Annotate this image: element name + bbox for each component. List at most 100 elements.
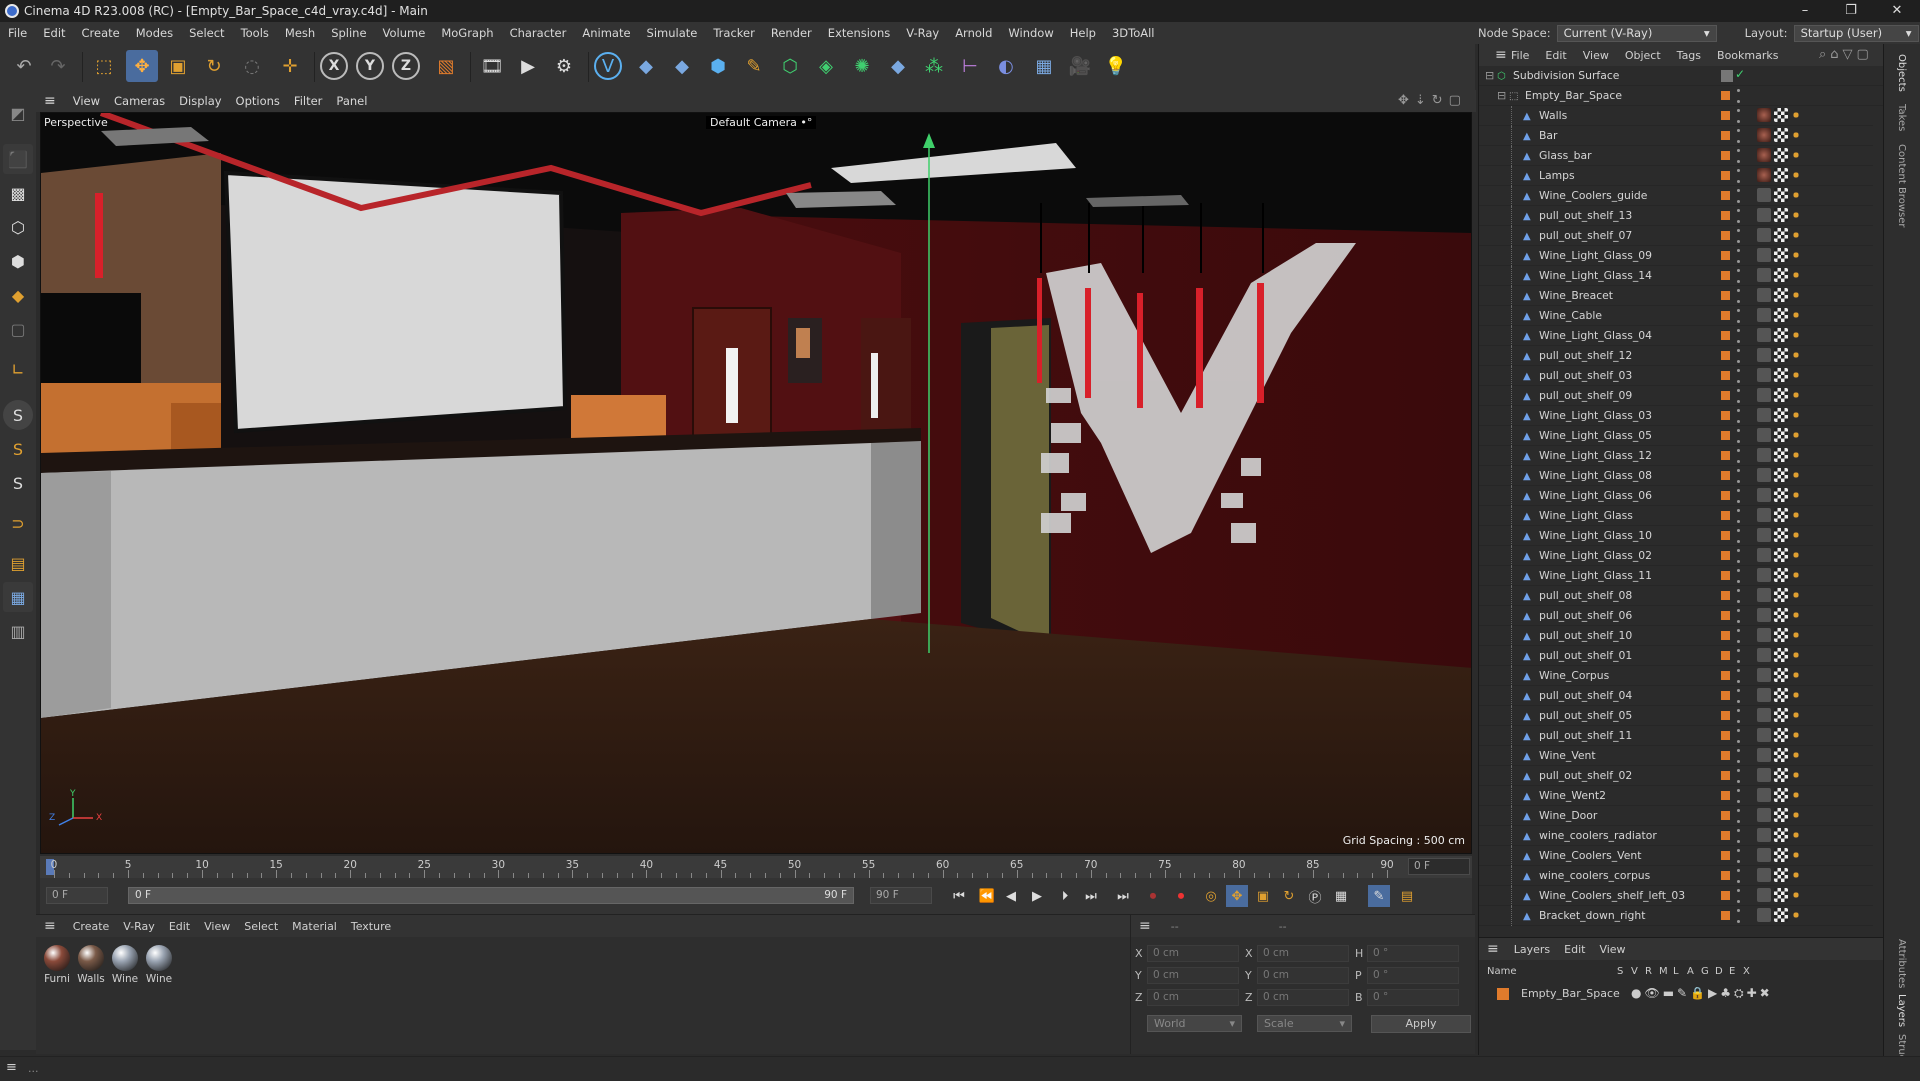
make-editable-icon[interactable]: ◩ — [3, 98, 33, 128]
menu-v-ray[interactable]: V-Ray — [898, 26, 947, 40]
camera-label[interactable]: Default Camera •° — [706, 116, 817, 129]
texture-tag-icon[interactable] — [1774, 508, 1788, 522]
material-tag-icon[interactable] — [1757, 128, 1771, 142]
vray-tag-icon[interactable] — [1791, 788, 1801, 802]
texture-tag-icon[interactable] — [1774, 648, 1788, 662]
menu-simulate[interactable]: Simulate — [639, 26, 706, 40]
texture-tag-icon[interactable] — [1774, 788, 1788, 802]
python-icon[interactable]: ◆ — [882, 50, 914, 82]
hamburger-icon[interactable]: ≡ — [1131, 918, 1161, 934]
material-swatch[interactable]: Walls — [76, 945, 106, 985]
position-field[interactable]: 0 cm — [1147, 989, 1239, 1006]
visibility-dots[interactable] — [1737, 209, 1741, 223]
scale-icon[interactable]: ▣ — [162, 50, 194, 82]
y-axis-icon[interactable]: Y — [356, 52, 384, 80]
select-icon[interactable]: ⬚ — [88, 50, 120, 82]
layer-column-header[interactable]: Name — [1487, 966, 1517, 977]
object-row[interactable]: ▲ Wine_Light_Glass — [1479, 505, 1884, 526]
phong-tag-icon[interactable] — [1757, 408, 1771, 422]
texture-tag-icon[interactable] — [1774, 728, 1788, 742]
play-icon[interactable]: ▶ — [1026, 885, 1048, 907]
visibility-dots[interactable] — [1737, 449, 1741, 463]
collapse-icon[interactable]: ⊟ — [1497, 89, 1506, 102]
viewport-menu-options[interactable]: Options — [229, 94, 287, 108]
snap-settings-icon[interactable]: S — [3, 434, 33, 464]
object-row-group[interactable]: ⊟ ⬚ Empty_Bar_Space — [1479, 86, 1884, 106]
phong-tag-icon[interactable] — [1757, 628, 1771, 642]
texture-tag-icon[interactable] — [1774, 128, 1788, 142]
maximize-button[interactable]: ❐ — [1828, 0, 1874, 22]
texture-tag-icon[interactable] — [1774, 528, 1788, 542]
object-row[interactable]: ▲ Wine_Corpus — [1479, 665, 1884, 686]
python-icon[interactable]: ◆ — [666, 50, 698, 82]
rotation-field[interactable]: 0 ° — [1367, 967, 1459, 984]
vray-tag-icon[interactable] — [1791, 288, 1801, 302]
texture-tag-icon[interactable] — [1774, 188, 1788, 202]
edges-mode-icon[interactable]: ⬢ — [3, 246, 33, 276]
phong-tag-icon[interactable] — [1757, 868, 1771, 882]
visibility-dots[interactable] — [1737, 789, 1741, 803]
texture-tag-icon[interactable] — [1774, 908, 1788, 922]
world-dropdown[interactable]: World ▾ — [1147, 1015, 1242, 1032]
object-row-root[interactable]: ⊟ ⬡ Subdivision Surface ✓ — [1479, 66, 1884, 86]
viewport-menu-panel[interactable]: Panel — [329, 94, 374, 108]
phong-tag-icon[interactable] — [1757, 248, 1771, 262]
material-menu-edit[interactable]: Edit — [162, 920, 197, 933]
visibility-dots[interactable] — [1737, 89, 1741, 103]
timeline-ruler[interactable]: 0 F 0 5 10 15 20 25 30 35 40 45 50 55 60 65 70 75 80 85 90 — [40, 856, 1472, 878]
menu-render[interactable]: Render — [763, 26, 820, 40]
object-row[interactable]: ▲ Wine_Light_Glass_06 — [1479, 485, 1884, 506]
vray-tag-icon[interactable] — [1791, 848, 1801, 862]
object-row[interactable]: ▲ Lamps — [1479, 165, 1884, 186]
visibility-dots[interactable] — [1737, 409, 1741, 423]
visibility-dots[interactable] — [1737, 629, 1741, 643]
menu-create[interactable]: Create — [74, 26, 128, 40]
texture-tag-icon[interactable] — [1774, 428, 1788, 442]
object-row[interactable]: ▲ pull_out_shelf_06 — [1479, 605, 1884, 626]
visibility-dots[interactable] — [1737, 189, 1741, 203]
material-tag-icon[interactable] — [1757, 108, 1771, 122]
vray-tag-icon[interactable] — [1791, 568, 1801, 582]
vray-tag-icon[interactable] — [1791, 668, 1801, 682]
object-row[interactable]: ▲ Wine_Light_Glass_10 — [1479, 525, 1884, 546]
object-row[interactable]: ▲ Walls — [1479, 105, 1884, 126]
texture-tag-icon[interactable] — [1774, 328, 1788, 342]
visibility-dots[interactable] — [1737, 669, 1741, 683]
visibility-dots[interactable] — [1737, 389, 1741, 403]
texture-tag-icon[interactable] — [1774, 688, 1788, 702]
vray-tag-icon[interactable] — [1791, 408, 1801, 422]
visibility-dots[interactable] — [1737, 229, 1741, 243]
vray-tag-icon[interactable] — [1791, 608, 1801, 622]
texture-tag-icon[interactable] — [1774, 888, 1788, 902]
scale-dropdown[interactable]: Scale ▾ — [1257, 1015, 1352, 1032]
phong-tag-icon[interactable] — [1757, 488, 1771, 502]
object-row[interactable]: ▲ pull_out_shelf_11 — [1479, 725, 1884, 746]
tab-layers[interactable]: Layers — [1896, 994, 1907, 1027]
collapse-icon[interactable]: ⊟ — [1485, 69, 1494, 82]
layer-column-header[interactable]: V — [1631, 966, 1638, 977]
vray-tag-icon[interactable] — [1791, 908, 1801, 922]
vray-tag-icon[interactable] — [1791, 468, 1801, 482]
layer-column-header[interactable]: E — [1729, 966, 1735, 977]
visibility-dots[interactable] — [1737, 309, 1741, 323]
menu-help[interactable]: Help — [1062, 26, 1104, 40]
object-row[interactable]: ▲ pull_out_shelf_09 — [1479, 385, 1884, 406]
material-swatch[interactable]: Wine — [144, 945, 174, 985]
redo-icon[interactable]: ↷ — [42, 50, 74, 82]
deformer-icon[interactable]: ◐ — [990, 50, 1022, 82]
layer-color-swatch[interactable] — [1497, 988, 1509, 1000]
texture-tag-icon[interactable] — [1774, 148, 1788, 162]
layer-menu-layers[interactable]: Layers — [1507, 943, 1557, 956]
vray-tag-icon[interactable] — [1791, 528, 1801, 542]
object-menu-tags[interactable]: Tags — [1669, 49, 1709, 62]
phong-tag-icon[interactable] — [1757, 448, 1771, 462]
object-row[interactable]: ▲ Wine_Breacet — [1479, 285, 1884, 306]
rotation-field[interactable]: 0 ° — [1367, 989, 1459, 1006]
texture-tag-icon[interactable] — [1774, 108, 1788, 122]
layer-column-header[interactable]: R — [1645, 966, 1652, 977]
object-row[interactable]: ▲ Wine_Vent — [1479, 745, 1884, 766]
texture-tag-icon[interactable] — [1774, 828, 1788, 842]
undo-icon[interactable]: ↶ — [8, 50, 40, 82]
visibility-dots[interactable] — [1737, 269, 1741, 283]
texture-tag-icon[interactable] — [1774, 748, 1788, 762]
